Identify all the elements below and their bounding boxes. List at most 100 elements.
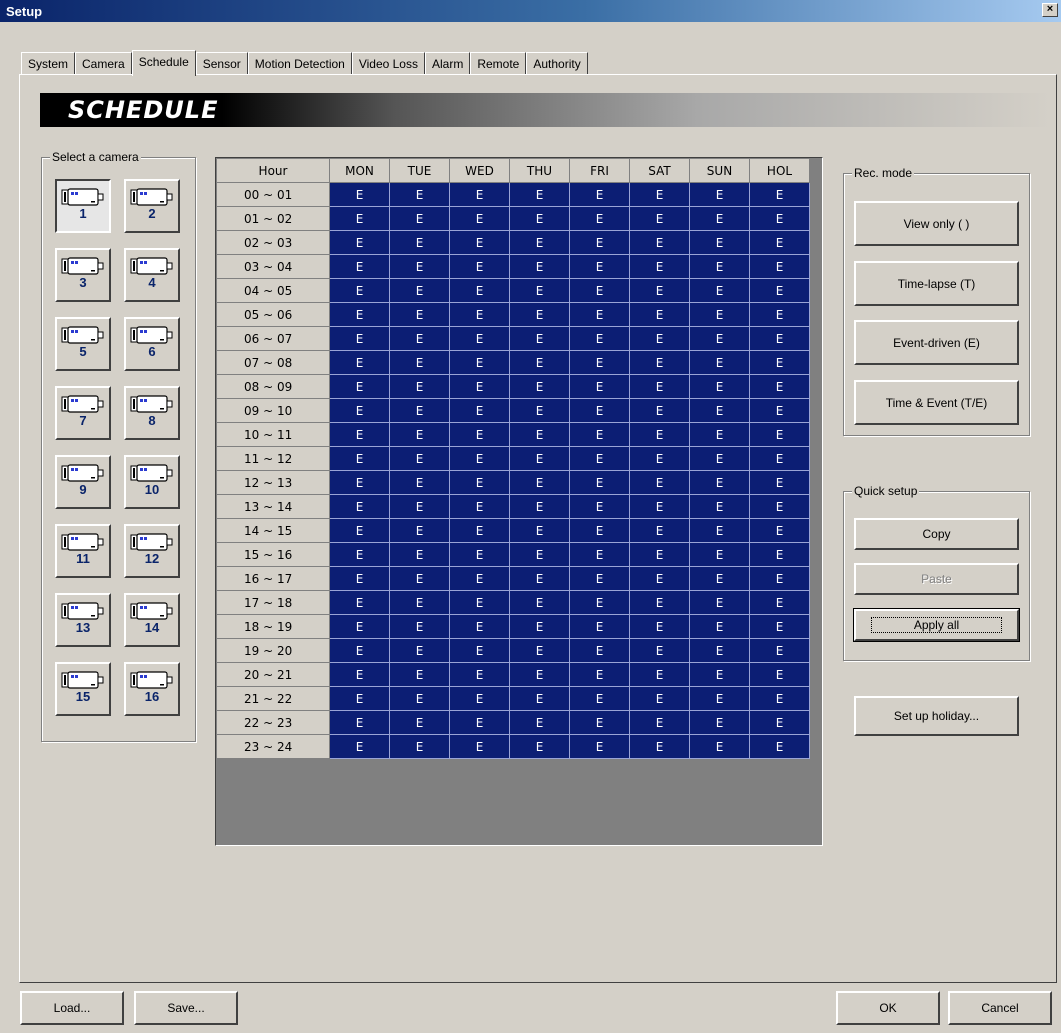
tab-camera[interactable]: Camera bbox=[75, 52, 132, 75]
schedule-cell[interactable]: E bbox=[389, 398, 450, 423]
schedule-cell[interactable]: E bbox=[629, 182, 690, 207]
schedule-cell[interactable]: E bbox=[449, 542, 510, 567]
schedule-cell[interactable]: E bbox=[329, 206, 390, 231]
schedule-cell[interactable]: E bbox=[689, 590, 750, 615]
schedule-cell[interactable]: E bbox=[629, 614, 690, 639]
schedule-cell[interactable]: E bbox=[689, 470, 750, 495]
schedule-cell[interactable]: E bbox=[449, 302, 510, 327]
schedule-cell[interactable]: E bbox=[509, 446, 570, 471]
hour-label[interactable]: 18 ~ 19 bbox=[216, 614, 330, 639]
schedule-cell[interactable]: E bbox=[449, 638, 510, 663]
schedule-cell[interactable]: E bbox=[569, 350, 630, 375]
hour-label[interactable]: 08 ~ 09 bbox=[216, 374, 330, 399]
camera-button-10[interactable]: 10 bbox=[124, 455, 180, 509]
close-button[interactable]: × bbox=[1042, 3, 1058, 17]
schedule-cell[interactable]: E bbox=[689, 566, 750, 591]
schedule-cell[interactable]: E bbox=[569, 230, 630, 255]
set-up-holiday-button[interactable]: Set up holiday... bbox=[854, 696, 1019, 736]
hour-label[interactable]: 13 ~ 14 bbox=[216, 494, 330, 519]
hour-label[interactable]: 07 ~ 08 bbox=[216, 350, 330, 375]
schedule-cell[interactable]: E bbox=[389, 566, 450, 591]
schedule-cell[interactable]: E bbox=[749, 686, 810, 711]
schedule-cell[interactable]: E bbox=[449, 206, 510, 231]
schedule-cell[interactable]: E bbox=[389, 662, 450, 687]
camera-button-12[interactable]: 12 bbox=[124, 524, 180, 578]
schedule-cell[interactable]: E bbox=[629, 710, 690, 735]
schedule-cell[interactable]: E bbox=[569, 446, 630, 471]
schedule-cell[interactable]: E bbox=[689, 614, 750, 639]
schedule-cell[interactable]: E bbox=[629, 446, 690, 471]
schedule-cell[interactable]: E bbox=[749, 566, 810, 591]
schedule-cell[interactable]: E bbox=[449, 566, 510, 591]
schedule-cell[interactable]: E bbox=[509, 374, 570, 399]
schedule-cell[interactable]: E bbox=[749, 422, 810, 447]
schedule-cell[interactable]: E bbox=[749, 494, 810, 519]
camera-button-4[interactable]: 4 bbox=[124, 248, 180, 302]
schedule-cell[interactable]: E bbox=[629, 734, 690, 759]
schedule-cell[interactable]: E bbox=[629, 350, 690, 375]
day-header-mon[interactable]: MON bbox=[329, 158, 390, 183]
camera-button-5[interactable]: 5 bbox=[55, 317, 111, 371]
schedule-cell[interactable]: E bbox=[389, 350, 450, 375]
event-driven-button[interactable]: Event-driven (E) bbox=[854, 320, 1019, 365]
schedule-cell[interactable]: E bbox=[389, 638, 450, 663]
schedule-cell[interactable]: E bbox=[749, 350, 810, 375]
schedule-cell[interactable]: E bbox=[689, 206, 750, 231]
schedule-cell[interactable]: E bbox=[509, 302, 570, 327]
schedule-cell[interactable]: E bbox=[449, 230, 510, 255]
schedule-cell[interactable]: E bbox=[449, 326, 510, 351]
schedule-cell[interactable]: E bbox=[569, 278, 630, 303]
schedule-cell[interactable]: E bbox=[749, 734, 810, 759]
schedule-cell[interactable]: E bbox=[689, 422, 750, 447]
schedule-cell[interactable]: E bbox=[689, 494, 750, 519]
day-header-fri[interactable]: FRI bbox=[569, 158, 630, 183]
schedule-cell[interactable]: E bbox=[509, 638, 570, 663]
hour-label[interactable]: 15 ~ 16 bbox=[216, 542, 330, 567]
time-lapse-button[interactable]: Time-lapse (T) bbox=[854, 261, 1019, 306]
day-header-thu[interactable]: THU bbox=[509, 158, 570, 183]
camera-button-8[interactable]: 8 bbox=[124, 386, 180, 440]
schedule-cell[interactable]: E bbox=[749, 398, 810, 423]
schedule-cell[interactable]: E bbox=[329, 710, 390, 735]
schedule-cell[interactable]: E bbox=[509, 422, 570, 447]
camera-button-6[interactable]: 6 bbox=[124, 317, 180, 371]
schedule-cell[interactable]: E bbox=[629, 326, 690, 351]
schedule-cell[interactable]: E bbox=[629, 470, 690, 495]
schedule-cell[interactable]: E bbox=[569, 398, 630, 423]
hour-label[interactable]: 16 ~ 17 bbox=[216, 566, 330, 591]
tab-motion-detection[interactable]: Motion Detection bbox=[247, 52, 352, 75]
schedule-cell[interactable]: E bbox=[749, 710, 810, 735]
schedule-cell[interactable]: E bbox=[569, 422, 630, 447]
apply-all-button[interactable]: Apply all bbox=[853, 608, 1020, 642]
schedule-cell[interactable]: E bbox=[629, 494, 690, 519]
schedule-cell[interactable]: E bbox=[329, 278, 390, 303]
schedule-cell[interactable]: E bbox=[569, 494, 630, 519]
schedule-cell[interactable]: E bbox=[629, 374, 690, 399]
schedule-cell[interactable]: E bbox=[689, 350, 750, 375]
schedule-cell[interactable]: E bbox=[629, 590, 690, 615]
schedule-cell[interactable]: E bbox=[569, 710, 630, 735]
tab-authority[interactable]: Authority bbox=[526, 52, 588, 75]
schedule-cell[interactable]: E bbox=[329, 302, 390, 327]
schedule-cell[interactable]: E bbox=[389, 326, 450, 351]
schedule-cell[interactable]: E bbox=[449, 710, 510, 735]
schedule-cell[interactable]: E bbox=[509, 398, 570, 423]
schedule-cell[interactable]: E bbox=[689, 446, 750, 471]
schedule-cell[interactable]: E bbox=[389, 518, 450, 543]
save-button[interactable]: Save... bbox=[134, 991, 238, 1025]
tab-remote[interactable]: Remote bbox=[470, 52, 527, 75]
schedule-cell[interactable]: E bbox=[509, 254, 570, 279]
day-header-tue[interactable]: TUE bbox=[389, 158, 450, 183]
schedule-cell[interactable]: E bbox=[749, 182, 810, 207]
schedule-cell[interactable]: E bbox=[449, 374, 510, 399]
hour-label[interactable]: 10 ~ 11 bbox=[216, 422, 330, 447]
schedule-cell[interactable]: E bbox=[569, 302, 630, 327]
schedule-cell[interactable]: E bbox=[689, 734, 750, 759]
schedule-cell[interactable]: E bbox=[389, 206, 450, 231]
schedule-cell[interactable]: E bbox=[569, 206, 630, 231]
schedule-cell[interactable]: E bbox=[689, 710, 750, 735]
schedule-cell[interactable]: E bbox=[509, 686, 570, 711]
schedule-cell[interactable]: E bbox=[509, 182, 570, 207]
schedule-cell[interactable]: E bbox=[749, 662, 810, 687]
schedule-cell[interactable]: E bbox=[749, 518, 810, 543]
